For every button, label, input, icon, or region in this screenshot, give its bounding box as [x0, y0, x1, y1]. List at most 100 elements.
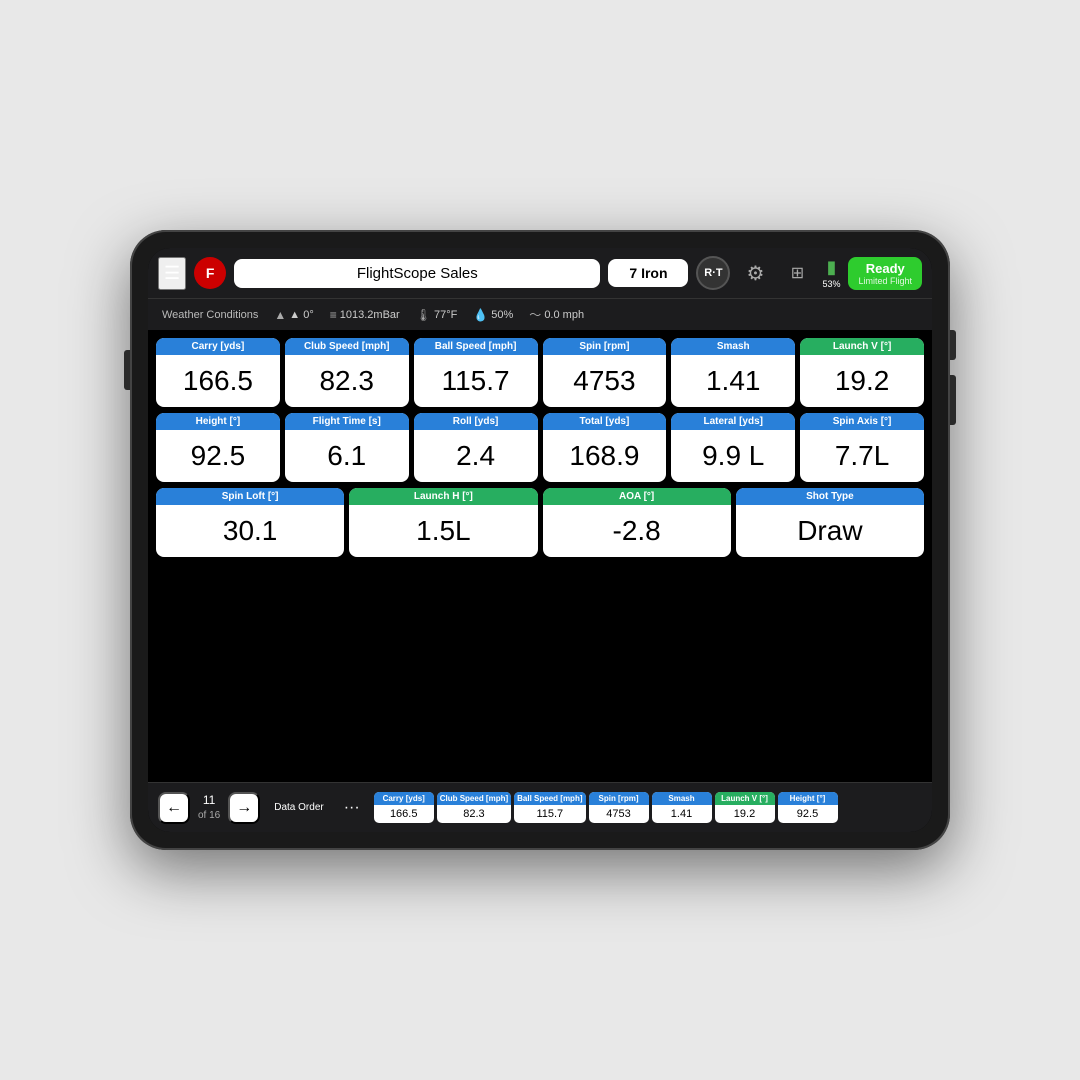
metric-header: Spin Loft [°]: [156, 488, 344, 505]
metric-value: Draw: [736, 505, 924, 557]
metric-header: Height [°]: [156, 413, 280, 430]
metric-card: Lateral [yds]9.9 L: [671, 413, 795, 482]
right-arrow-icon: →: [236, 799, 252, 817]
metric-header: Carry [yds]: [156, 338, 280, 355]
menu-button[interactable]: ☰: [158, 257, 186, 290]
metric-card: Ball Speed [mph]115.7: [414, 338, 538, 407]
more-options-button[interactable]: ···: [338, 795, 366, 821]
bottom-navigation: ← 11 of 16 → Data Order ··· Carry [yds]1…: [148, 782, 932, 832]
temperature-reading: 🌡 77°F: [416, 308, 458, 322]
metrics-row-3: Spin Loft [°]30.1Launch H [°]1.5LAOA [°]…: [156, 488, 924, 557]
metrics-row-2: Height [°]92.5Flight Time [s]6.1Roll [yd…: [156, 413, 924, 482]
weather-bar: Weather Conditions ▲ ▲ 0° ≡ 1013.2mBar 🌡…: [148, 298, 932, 330]
metric-card: Club Speed [mph]82.3: [285, 338, 409, 407]
bottom-cell-header: Ball Speed [mph]: [514, 792, 585, 805]
app-header: ☰ F FlightScope Sales 7 Iron R·T ⚙ ⊞ ▮ 5…: [148, 248, 932, 298]
humidity-icon: 💧: [473, 308, 488, 322]
metric-card: Roll [yds]2.4: [414, 413, 538, 482]
battery-icon: ▮: [827, 257, 837, 278]
ready-sublabel: Limited Flight: [858, 276, 912, 286]
metric-value: 1.5L: [349, 505, 537, 557]
bottom-cell-value: 166.5: [374, 805, 434, 823]
pressure-icon: ≡: [330, 308, 337, 322]
side-button-right-bottom: [950, 375, 956, 425]
metric-value: 115.7: [414, 355, 538, 407]
bottom-cell-header: Launch V [°]: [715, 792, 775, 805]
next-shot-button[interactable]: →: [228, 792, 260, 824]
metric-card: Spin Axis [°]7.7L: [800, 413, 924, 482]
metric-header: Roll [yds]: [414, 413, 538, 430]
bottom-cell-header: Height [°]: [778, 792, 838, 805]
metric-value: 2.4: [414, 430, 538, 482]
metric-value: 19.2: [800, 355, 924, 407]
metric-header: Total [yds]: [543, 413, 667, 430]
rt-button[interactable]: R·T: [696, 256, 730, 290]
weather-conditions-label: Weather Conditions: [162, 309, 258, 321]
metric-header: Spin Axis [°]: [800, 413, 924, 430]
bottom-cell-value: 19.2: [715, 805, 775, 823]
metric-card: Spin Loft [°]30.1: [156, 488, 344, 557]
side-button-right-top: [950, 330, 956, 360]
wind-speed-reading: 〜 0.0 mph: [529, 306, 584, 323]
wind-speed-icon: 〜: [529, 306, 541, 323]
metrics-row-1: Carry [yds]166.5Club Speed [mph]82.3Ball…: [156, 338, 924, 407]
metric-value: -2.8: [543, 505, 731, 557]
metric-card: Launch V [°]19.2: [800, 338, 924, 407]
left-arrow-icon: ←: [166, 799, 182, 817]
bottom-cell-value: 82.3: [437, 805, 511, 823]
gear-icon: ⚙: [746, 261, 764, 286]
metric-card: Flight Time [s]6.1: [285, 413, 409, 482]
hamburger-icon: ☰: [164, 263, 180, 283]
battery-indicator: ▮ 53%: [822, 257, 840, 289]
metric-value: 9.9 L: [671, 430, 795, 482]
bottom-cell-header: Spin [rpm]: [589, 792, 649, 805]
metric-card: Total [yds]168.9: [543, 413, 667, 482]
metric-value: 30.1: [156, 505, 344, 557]
metric-header: Flight Time [s]: [285, 413, 409, 430]
metric-header: Shot Type: [736, 488, 924, 505]
metric-header: Spin [rpm]: [543, 338, 667, 355]
wind-direction-icon: ▲: [274, 308, 286, 322]
prev-shot-button[interactable]: ←: [158, 792, 190, 824]
bottom-cell-header: Smash: [652, 792, 712, 805]
wind-direction: ▲ ▲ 0°: [274, 308, 313, 322]
grid-view-button[interactable]: ⊞: [780, 256, 814, 290]
metric-card: Shot TypeDraw: [736, 488, 924, 557]
status-badge: Ready Limited Flight: [848, 257, 922, 290]
bottom-data-cell: Smash1.41: [652, 792, 712, 823]
bottom-data-cell: Height [°]92.5: [778, 792, 838, 823]
bottom-cell-value: 1.41: [652, 805, 712, 823]
humidity-reading: 💧 50%: [473, 308, 513, 322]
thermometer-icon: 🌡: [416, 308, 431, 322]
battery-percent: 53%: [822, 279, 840, 289]
metric-card: Height [°]92.5: [156, 413, 280, 482]
bottom-cell-header: Carry [yds]: [374, 792, 434, 805]
bottom-data-cell: Ball Speed [mph]115.7: [514, 792, 585, 823]
app-logo: F: [194, 257, 226, 289]
bottom-cell-header: Club Speed [mph]: [437, 792, 511, 805]
ready-label: Ready: [858, 261, 912, 276]
metric-value: 4753: [543, 355, 667, 407]
metric-card: AOA [°]-2.8: [543, 488, 731, 557]
metric-header: Launch H [°]: [349, 488, 537, 505]
bottom-data-cell: Launch V [°]19.2: [715, 792, 775, 823]
settings-button[interactable]: ⚙: [738, 256, 772, 290]
bottom-cell-value: 92.5: [778, 805, 838, 823]
metric-value: 166.5: [156, 355, 280, 407]
bottom-cell-value: 115.7: [514, 805, 585, 823]
data-order-button[interactable]: Data Order: [268, 798, 329, 817]
metric-card: Spin [rpm]4753: [543, 338, 667, 407]
bottom-cell-value: 4753: [589, 805, 649, 823]
metrics-area: Carry [yds]166.5Club Speed [mph]82.3Ball…: [148, 330, 932, 782]
bottom-data-cell: Carry [yds]166.5: [374, 792, 434, 823]
metric-header: Smash: [671, 338, 795, 355]
metric-card: Launch H [°]1.5L: [349, 488, 537, 557]
metric-value: 168.9: [543, 430, 667, 482]
metric-value: 92.5: [156, 430, 280, 482]
club-selector[interactable]: 7 Iron: [608, 259, 688, 287]
side-button-left: [124, 350, 130, 390]
bottom-data-row: Carry [yds]166.5Club Speed [mph]82.3Ball…: [374, 792, 922, 823]
metric-value: 7.7L: [800, 430, 924, 482]
bottom-data-cell: Spin [rpm]4753: [589, 792, 649, 823]
metric-value: 6.1: [285, 430, 409, 482]
